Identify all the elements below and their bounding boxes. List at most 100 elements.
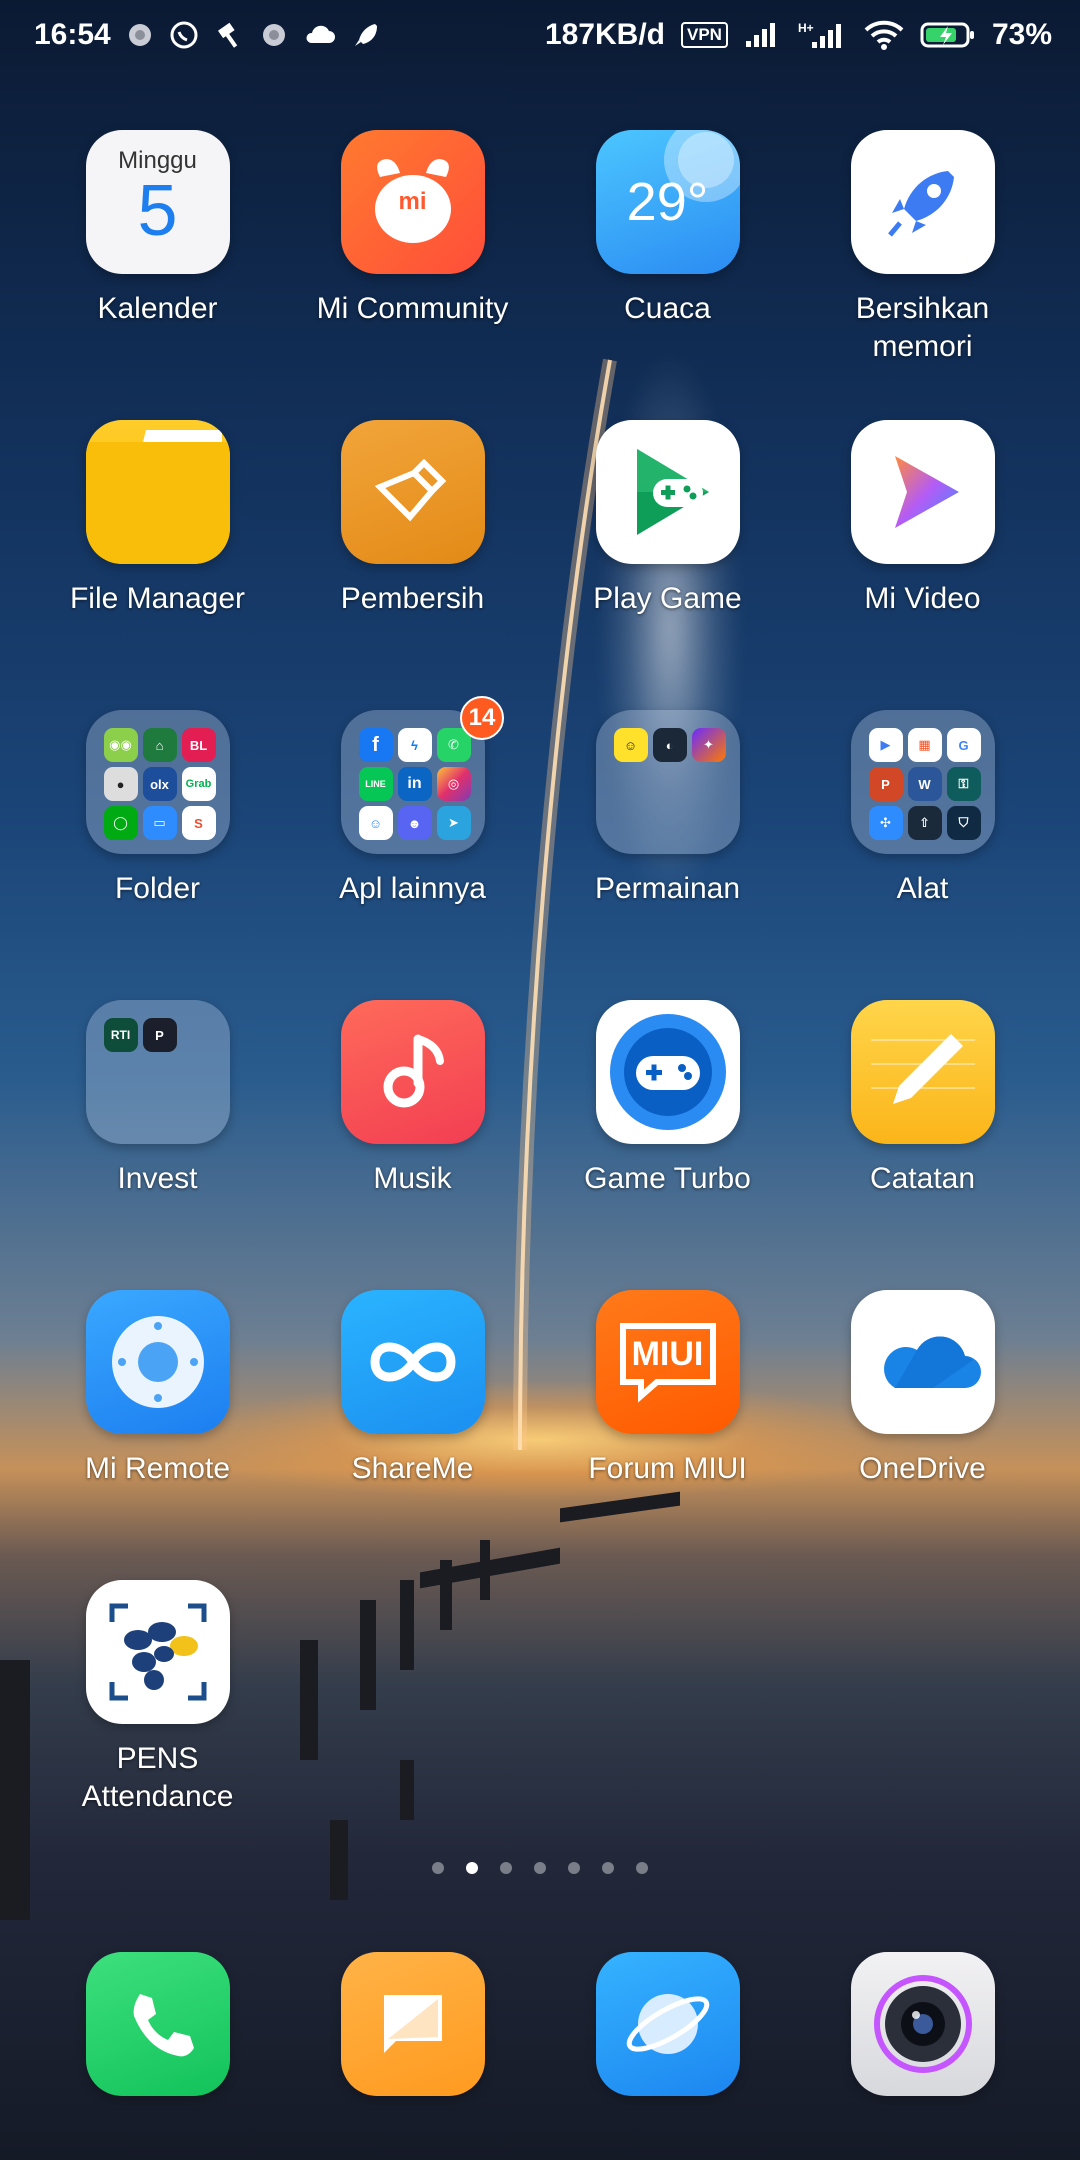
- app-label: ShareMe: [351, 1452, 474, 1485]
- app-label: Mi Community: [316, 292, 509, 325]
- instagram-icon: ◎: [436, 767, 471, 801]
- game-turbo-icon: [595, 1000, 740, 1144]
- folder-group-icon: ▶ ▦ G P W ⚿ ✣ ⇧ ⛉: [850, 710, 995, 854]
- linkedin-icon: in: [397, 767, 432, 801]
- app-label: Permainan: [594, 872, 741, 905]
- vpn-shield-icon: ⛉: [946, 806, 981, 840]
- key-icon: ⚿: [946, 767, 981, 801]
- discord-icon: ☻: [397, 806, 432, 840]
- shareme-icon: [340, 1290, 485, 1434]
- page-dot[interactable]: [602, 1862, 614, 1874]
- pens-attendance-icon: [85, 1580, 230, 1724]
- app-label: Catatan: [869, 1162, 976, 1195]
- page-dot[interactable]: [568, 1862, 580, 1874]
- mi-video-icon: [850, 420, 995, 564]
- page-dot[interactable]: [500, 1862, 512, 1874]
- forum-miui-icon: MIUI: [595, 1290, 740, 1434]
- page-dot[interactable]: [432, 1862, 444, 1874]
- app-label: Game Turbo: [584, 1162, 751, 1195]
- chat-app-icon: ▭: [142, 806, 177, 840]
- app-label: File Manager: [69, 582, 246, 615]
- page-dot[interactable]: [534, 1862, 546, 1874]
- app-play-game[interactable]: Play Game: [540, 420, 795, 710]
- app-label: Cuaca: [624, 292, 711, 325]
- app-bersihkan-memori[interactable]: Bersihkan memori: [795, 130, 1050, 420]
- app-label: Apl lainnya: [339, 872, 486, 905]
- app-label: Invest: [117, 1162, 198, 1195]
- app-forum-miui[interactable]: MIUI Forum MIUI: [540, 1290, 795, 1580]
- facebook-icon: f: [358, 728, 393, 762]
- battery-percent: 73%: [991, 18, 1052, 51]
- app-shareme[interactable]: ShareMe: [285, 1290, 540, 1580]
- folder-mini-grid: ▶ ▦ G P W ⚿ ✣ ⇧ ⛉: [868, 728, 981, 840]
- app-label: OneDrive: [859, 1452, 986, 1485]
- calendar-day-number: 5: [137, 171, 178, 251]
- app-cuaca[interactable]: 29° Cuaca: [540, 130, 795, 420]
- rti-business-icon: RTI: [103, 1018, 138, 1052]
- page-dot-active[interactable]: [466, 1862, 478, 1874]
- page-dot[interactable]: [636, 1862, 648, 1874]
- app-onedrive[interactable]: OneDrive: [795, 1290, 1050, 1580]
- folder-mini-grid: RTI P: [103, 1018, 216, 1052]
- weather-icon: 29°: [595, 130, 740, 274]
- notification-badge: 14: [460, 696, 504, 740]
- dock-browser[interactable]: [540, 1952, 795, 2112]
- wifi-icon: [864, 20, 904, 50]
- app-kalender[interactable]: Minggu 5 Kalender: [30, 130, 285, 420]
- play-icon: ▶: [868, 728, 903, 762]
- app-musik[interactable]: Musik: [285, 1000, 540, 1290]
- invest-go-icon: P: [142, 1018, 177, 1052]
- app-label: Alat: [896, 872, 949, 905]
- folder-apl-lainnya[interactable]: f ϟ ✆ LINE in ◎ ☺ ☻ ➤ 14 Apl lainnya: [285, 696, 540, 1000]
- app-pembersih[interactable]: Pembersih: [285, 420, 540, 710]
- app-pens-attendance[interactable]: PENS Attendance: [30, 1580, 285, 1870]
- app-catatan[interactable]: Catatan: [795, 1000, 1050, 1290]
- folder-group-icon: f ϟ ✆ LINE in ◎ ☺ ☻ ➤: [340, 710, 485, 854]
- app-label: Play Game: [593, 582, 742, 615]
- folder-permainan[interactable]: ☺ ◐ ✦ Permainan: [540, 710, 795, 1000]
- rocket-cleaner-icon: [850, 130, 995, 274]
- folder-alat[interactable]: ▶ ▦ G P W ⚿ ✣ ⇧ ⛉ Alat: [795, 710, 1050, 1000]
- app-label: Forum MIUI: [588, 1452, 747, 1485]
- app-grid: Minggu 5 Kalender mi Mi Community 29° Cu…: [0, 130, 1080, 1870]
- app-mi-video[interactable]: Mi Video: [795, 420, 1050, 710]
- mi-community-icon: mi: [340, 130, 485, 274]
- folder-mini-grid: f ϟ ✆ LINE in ◎ ☺ ☻ ➤: [358, 728, 471, 840]
- tiles-icon: ▦: [907, 728, 942, 762]
- page-indicator[interactable]: [0, 1862, 1080, 1874]
- play-games-icon: [595, 420, 740, 564]
- steam-icon: ◐: [652, 728, 687, 762]
- whatsapp-icon: [169, 20, 199, 50]
- network-speed: 187KB/d: [544, 18, 665, 51]
- line-icon: LINE: [358, 767, 393, 801]
- cloud-icon: [303, 23, 335, 47]
- app-mi-community[interactable]: mi Mi Community: [285, 130, 540, 420]
- app-game-turbo[interactable]: Game Turbo: [540, 1000, 795, 1290]
- telegram-icon: ➤: [436, 806, 471, 840]
- circle-icon: [261, 22, 287, 48]
- app-mi-remote[interactable]: Mi Remote: [30, 1290, 285, 1580]
- music-icon: [340, 1000, 485, 1144]
- vpn-badge: VPN: [680, 22, 728, 48]
- svg-text:H+: H+: [798, 21, 814, 35]
- app-file-manager[interactable]: File Manager: [30, 420, 285, 710]
- messenger-icon: ϟ: [397, 728, 432, 762]
- folder-folder[interactable]: ◉◉ ⌂ BL ● olx Grab ◯ ▭ S Folder: [30, 710, 285, 1000]
- folder-invest[interactable]: RTI P Invest: [30, 1000, 285, 1290]
- dock-messages[interactable]: [285, 1952, 540, 2112]
- signal-h-plus-icon: H+: [798, 20, 848, 50]
- mi-community-logo-text: mi: [398, 188, 427, 215]
- app-label: Kalender: [97, 292, 218, 325]
- spy-app-icon: ●: [103, 767, 138, 801]
- app-label: Bersihkan memori: [855, 292, 990, 363]
- notes-icon: [850, 1000, 995, 1144]
- app-label: Musik: [373, 1162, 452, 1195]
- app-label: Folder: [114, 872, 201, 905]
- dock: [30, 1952, 1050, 2112]
- dock-phone[interactable]: [30, 1952, 285, 2112]
- folder-file-icon: [85, 420, 230, 564]
- dock-camera[interactable]: [795, 1952, 1050, 2112]
- brush-cleaner-icon: [340, 420, 485, 564]
- mosque-app-icon: ⌂: [142, 728, 177, 762]
- game-smiley-icon: ☺: [613, 728, 648, 762]
